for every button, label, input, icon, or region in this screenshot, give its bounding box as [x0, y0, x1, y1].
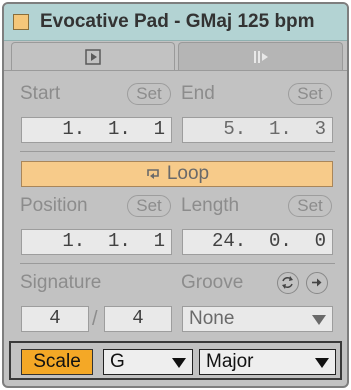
signature-denominator-field[interactable]: 4	[104, 306, 172, 332]
scale-toggle-button[interactable]: Scale	[21, 349, 93, 375]
groove-commit-button[interactable]	[306, 272, 328, 294]
signature-label: Signature	[20, 272, 102, 293]
start-set-button[interactable]: Set	[127, 83, 171, 105]
start-label: Start	[20, 83, 61, 104]
groove-hot-swap-icon	[282, 276, 293, 289]
groove-commit-icon	[312, 278, 322, 287]
audio-fader-icon	[253, 50, 268, 63]
section-divider	[20, 263, 335, 264]
signature-separator: /	[92, 308, 98, 330]
groove-label: Groove	[181, 272, 244, 293]
loop-button[interactable]: Loop	[21, 161, 333, 187]
clip-view-panel: Evocative Pad - GMaj 125 bpm Start Set E…	[2, 2, 349, 388]
scale-bar: Scale G Major	[9, 341, 342, 380]
chevron-down-icon	[315, 358, 329, 368]
length-set-button[interactable]: Set	[288, 195, 332, 217]
tab-divider	[4, 70, 347, 71]
position-field[interactable]: 1. 1. 1	[21, 229, 172, 255]
signature-numerator-field[interactable]: 4	[21, 306, 89, 332]
clip-title-bar[interactable]: Evocative Pad - GMaj 125 bpm	[4, 4, 347, 41]
chevron-down-icon	[312, 315, 326, 325]
end-field[interactable]: 5. 1. 3	[182, 117, 333, 143]
end-label: End	[181, 83, 215, 104]
groove-hot-swap-button[interactable]	[277, 272, 299, 294]
clip-title[interactable]: Evocative Pad - GMaj 125 bpm	[40, 11, 315, 33]
groove-value: None	[189, 308, 235, 329]
play-icon	[85, 48, 101, 65]
length-label: Length	[181, 195, 240, 216]
tab-audio[interactable]	[178, 42, 343, 70]
scale-mode-dropdown[interactable]: Major	[199, 349, 336, 375]
loop-label: Loop	[166, 163, 210, 184]
scale-root-dropdown[interactable]: G	[103, 349, 193, 375]
scale-root-value: G	[110, 351, 125, 372]
end-set-button[interactable]: Set	[288, 83, 332, 105]
loop-icon	[147, 168, 159, 179]
position-label: Position	[20, 195, 88, 216]
section-divider	[20, 151, 335, 152]
length-field[interactable]: 24. 0. 0	[182, 229, 333, 255]
tab-clip[interactable]	[11, 42, 175, 70]
position-set-button[interactable]: Set	[127, 195, 171, 217]
groove-dropdown[interactable]: None	[182, 306, 333, 332]
start-field[interactable]: 1. 1. 1	[21, 117, 172, 143]
chevron-down-icon	[172, 358, 186, 368]
clip-color-swatch[interactable]	[13, 14, 29, 30]
scale-mode-value: Major	[206, 351, 254, 372]
